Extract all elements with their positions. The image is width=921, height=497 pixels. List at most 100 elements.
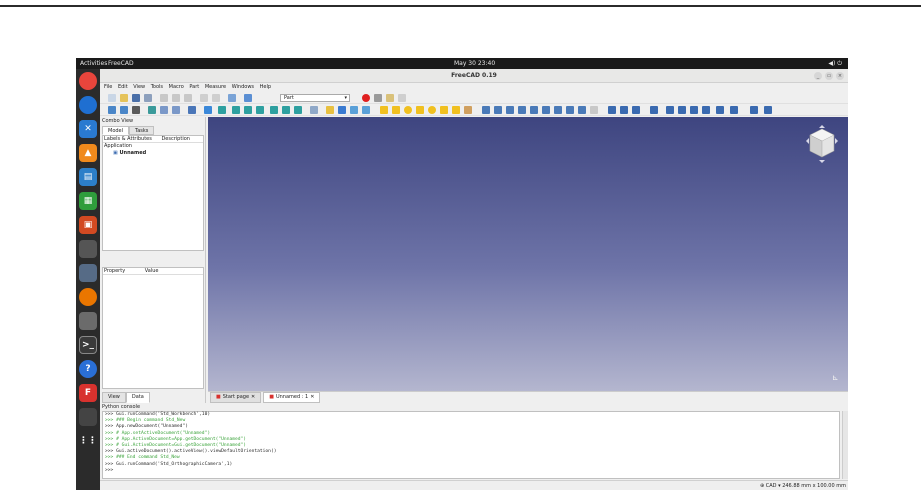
run-macro-icon[interactable] <box>398 94 406 102</box>
files-icon[interactable] <box>79 312 97 330</box>
menu-macro[interactable]: Macro <box>169 84 184 90</box>
tree-col-description[interactable]: Description <box>161 136 189 142</box>
calc-icon[interactable]: ▦ <box>79 192 97 210</box>
image-viewer-icon[interactable] <box>79 264 97 282</box>
split-icon[interactable] <box>730 106 738 114</box>
fit-all-icon[interactable] <box>108 106 116 114</box>
console-scrollbar[interactable] <box>842 411 848 479</box>
bottom-view-icon[interactable] <box>282 106 290 114</box>
menu-help[interactable]: Help <box>260 84 271 90</box>
python-console[interactable]: >>> Gui.runCommand('Std_Workbench',10) >>… <box>102 411 840 479</box>
trash-icon[interactable] <box>79 408 97 426</box>
close-tab-icon[interactable]: ✕ <box>251 392 255 403</box>
right-view-icon[interactable] <box>256 106 264 114</box>
save-as-icon[interactable] <box>144 94 152 102</box>
measure-icon[interactable] <box>764 106 772 114</box>
cut-icon[interactable] <box>160 94 168 102</box>
cylinder-icon[interactable] <box>392 106 400 114</box>
close-button[interactable]: × <box>836 72 844 80</box>
section-icon[interactable] <box>590 106 598 114</box>
refresh-icon[interactable] <box>228 94 236 102</box>
activities-button[interactable]: Activities <box>80 58 107 69</box>
macros-icon[interactable] <box>386 94 394 102</box>
tab-tasks[interactable]: Tasks <box>129 126 155 135</box>
tube-icon[interactable] <box>440 106 448 114</box>
active-app-menu[interactable]: FreeCAD <box>108 58 134 69</box>
fillet-icon[interactable] <box>518 106 526 114</box>
chrome-icon[interactable] <box>79 72 97 90</box>
cut-shape-icon[interactable] <box>678 106 686 114</box>
tree-col-labels[interactable]: Labels & Attributes <box>104 136 152 142</box>
sphere-icon[interactable] <box>404 106 412 114</box>
isometric-icon[interactable] <box>218 106 226 114</box>
front-view-icon[interactable] <box>232 106 240 114</box>
cone-icon[interactable] <box>416 106 424 114</box>
ruled-surface-icon[interactable] <box>554 106 562 114</box>
rear-view-icon[interactable] <box>270 106 278 114</box>
part-icon[interactable] <box>326 106 334 114</box>
blender-icon[interactable] <box>79 288 97 306</box>
new-file-icon[interactable] <box>108 94 116 102</box>
extrude-icon[interactable] <box>482 106 490 114</box>
terminal-alt-icon[interactable] <box>79 240 97 258</box>
left-view-icon[interactable] <box>294 106 302 114</box>
prop-col-value[interactable]: Value <box>145 268 159 274</box>
box-icon[interactable] <box>380 106 388 114</box>
menu-view[interactable]: View <box>133 84 145 90</box>
chamfer-icon[interactable] <box>530 106 538 114</box>
back-icon[interactable] <box>160 106 168 114</box>
bookmark-icon[interactable] <box>188 106 196 114</box>
maximize-button[interactable]: ▭ <box>825 72 833 80</box>
top-view-icon[interactable] <box>244 106 252 114</box>
sync-view-icon[interactable] <box>148 106 156 114</box>
close-tab-icon[interactable]: ✕ <box>310 392 314 403</box>
whats-this-icon[interactable] <box>244 94 252 102</box>
tree-root[interactable]: Application <box>103 143 203 150</box>
impress-icon[interactable]: ▣ <box>79 216 97 234</box>
face-icon[interactable] <box>542 106 550 114</box>
primitives-icon[interactable] <box>452 106 460 114</box>
undo-icon[interactable] <box>200 94 208 102</box>
open-file-icon[interactable] <box>120 94 128 102</box>
browser-icon[interactable] <box>79 96 97 114</box>
record-macro-icon[interactable] <box>362 94 370 102</box>
offset-icon[interactable] <box>608 106 616 114</box>
freecad-icon[interactable]: F <box>79 384 97 402</box>
check-geometry-icon[interactable] <box>750 106 758 114</box>
show-apps-icon[interactable]: ⋮⋮ <box>79 432 97 450</box>
menu-tools[interactable]: Tools <box>151 84 163 90</box>
system-tray[interactable]: ◀) ⏻ <box>828 58 842 69</box>
copy-icon[interactable] <box>172 94 180 102</box>
menu-edit[interactable]: Edit <box>118 84 128 90</box>
common-icon[interactable] <box>702 106 710 114</box>
tab-start-page[interactable]: ■ Start page ✕ <box>210 392 262 403</box>
save-icon[interactable] <box>132 94 140 102</box>
tab-model[interactable]: Model <box>102 126 130 135</box>
draw-style-icon[interactable] <box>132 106 140 114</box>
menu-windows[interactable]: Windows <box>232 84 254 90</box>
group-icon[interactable] <box>338 106 346 114</box>
status-navigation-dimensions[interactable]: ⊕ CAD ▾ 246.88 mm x 100.00 mm <box>760 481 846 490</box>
menu-measure[interactable]: Measure <box>205 84 226 90</box>
compound-icon[interactable] <box>650 106 658 114</box>
link-icon[interactable] <box>350 106 358 114</box>
projection-icon[interactable] <box>632 106 640 114</box>
menu-part[interactable]: Part <box>189 84 199 90</box>
vscode-icon[interactable]: ✕ <box>79 120 97 138</box>
sweep-icon[interactable] <box>578 106 586 114</box>
link-actions-icon[interactable] <box>362 106 370 114</box>
help-icon[interactable]: ? <box>79 360 97 378</box>
writer-icon[interactable]: ▤ <box>79 168 97 186</box>
thickness-icon[interactable] <box>620 106 628 114</box>
navigation-cube-icon[interactable] <box>804 125 840 165</box>
minimize-button[interactable]: _ <box>814 72 822 80</box>
workbench-select[interactable]: Part ▾ <box>280 94 350 102</box>
loft-icon[interactable] <box>566 106 574 114</box>
boolean-icon[interactable] <box>666 106 674 114</box>
tab-unnamed[interactable]: ■ Unnamed : 1 ✕ <box>263 392 321 403</box>
3d-viewport[interactable]: ⊾ <box>208 117 848 391</box>
terminal-icon[interactable]: >_ <box>79 336 97 354</box>
join-icon[interactable] <box>716 106 724 114</box>
stop-macro-icon[interactable] <box>374 94 382 102</box>
mirror-icon[interactable] <box>506 106 514 114</box>
